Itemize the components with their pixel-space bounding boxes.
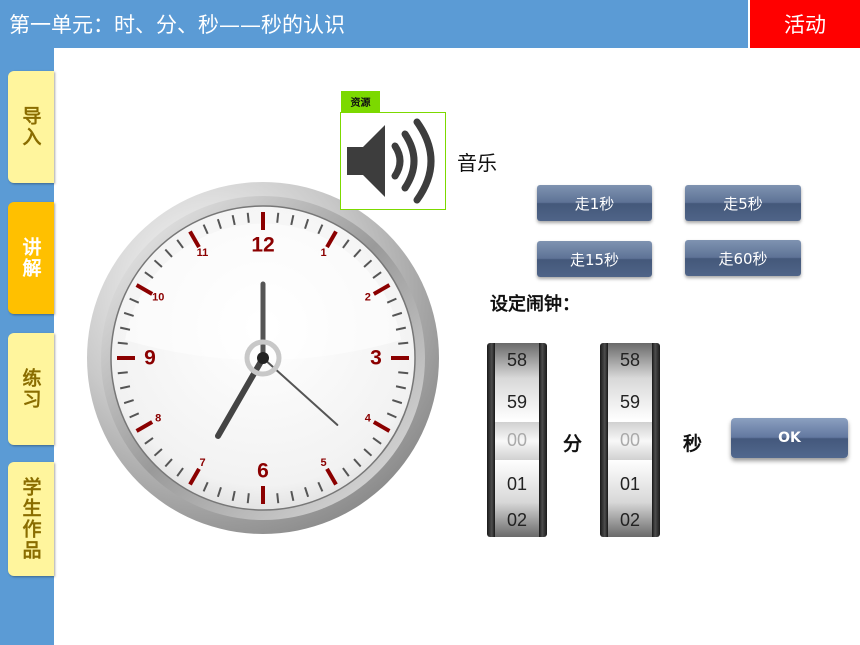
clock-number: 12 xyxy=(251,234,274,257)
picker-option: 01 xyxy=(619,474,641,494)
page-title: 第一单元：时、分、秒——秒的认识 xyxy=(9,13,345,37)
music-label: 音乐 xyxy=(457,151,497,175)
step-1s-button[interactable]: 走1秒 xyxy=(537,185,652,221)
picker-option: 59 xyxy=(619,392,641,412)
clock-number: 11 xyxy=(197,247,209,259)
clock-number: 6 xyxy=(257,460,269,483)
sidebar-item-label: 导入 xyxy=(19,106,42,148)
clock-minute-tick xyxy=(398,341,409,345)
picker-option: 58 xyxy=(619,350,641,370)
clock-minute-tick xyxy=(117,341,128,345)
step-5s-button[interactable]: 走5秒 xyxy=(685,185,801,221)
sidebar-item-label: 讲解 xyxy=(19,237,42,279)
clock-number: 8 xyxy=(155,413,161,425)
clock-number: 5 xyxy=(320,457,326,469)
clock-number: 7 xyxy=(199,457,205,469)
picker-option: 01 xyxy=(506,474,528,494)
clock-minute-tick xyxy=(117,371,128,375)
picker-option: 58 xyxy=(506,350,528,370)
clock-hub xyxy=(257,352,269,364)
header-bar: 第一单元：时、分、秒——秒的认识 xyxy=(0,0,748,48)
second-picker[interactable]: 58 59 00 01 02 xyxy=(600,343,660,537)
speaker-icon xyxy=(347,118,435,204)
clock-number: 10 xyxy=(152,292,164,304)
picker-selected-value: 00 xyxy=(506,430,528,450)
picker-option: 59 xyxy=(506,392,528,412)
sidebar: 导入 讲解 练习 学生作品 xyxy=(0,48,54,645)
sidebar-item-explain[interactable]: 讲解 xyxy=(8,202,54,314)
clock-minute-tick xyxy=(276,212,280,223)
clock-number: 4 xyxy=(365,413,372,425)
clock-number: 1 xyxy=(320,247,326,259)
clock-number: 2 xyxy=(365,292,371,304)
clock-minute-tick xyxy=(246,212,250,223)
sidebar-item-practice[interactable]: 练习 xyxy=(8,333,54,445)
second-unit-label: 秒 xyxy=(683,433,703,455)
clock-minute-tick xyxy=(276,493,280,504)
sidebar-item-student-works[interactable]: 学生作品 xyxy=(8,462,54,576)
minute-unit-label: 分 xyxy=(563,433,583,455)
music-player[interactable] xyxy=(340,112,446,210)
sidebar-item-intro[interactable]: 导入 xyxy=(8,71,54,183)
picker-option: 02 xyxy=(619,510,641,530)
step-15s-button[interactable]: 走15秒 xyxy=(537,241,652,277)
picker-selected-value: 00 xyxy=(619,430,641,450)
sidebar-item-label: 练习 xyxy=(19,368,42,410)
analog-clock: 12 1234567891011 xyxy=(87,182,439,534)
clock-number: 3 xyxy=(370,347,382,370)
sidebar-item-label: 学生作品 xyxy=(19,477,42,561)
minute-picker[interactable]: 58 59 00 01 02 xyxy=(487,343,547,537)
clock-number: 9 xyxy=(144,347,156,370)
picker-option: 02 xyxy=(506,510,528,530)
ok-button[interactable]: OK xyxy=(731,418,848,458)
step-60s-button[interactable]: 走60秒 xyxy=(685,240,801,276)
activity-button[interactable]: 活动 xyxy=(750,0,860,48)
clock-minute-tick xyxy=(246,493,250,504)
resource-badge: 资源 xyxy=(341,91,380,112)
alarm-label: 设定闹钟： xyxy=(490,294,580,315)
clock-minute-tick xyxy=(398,371,409,375)
